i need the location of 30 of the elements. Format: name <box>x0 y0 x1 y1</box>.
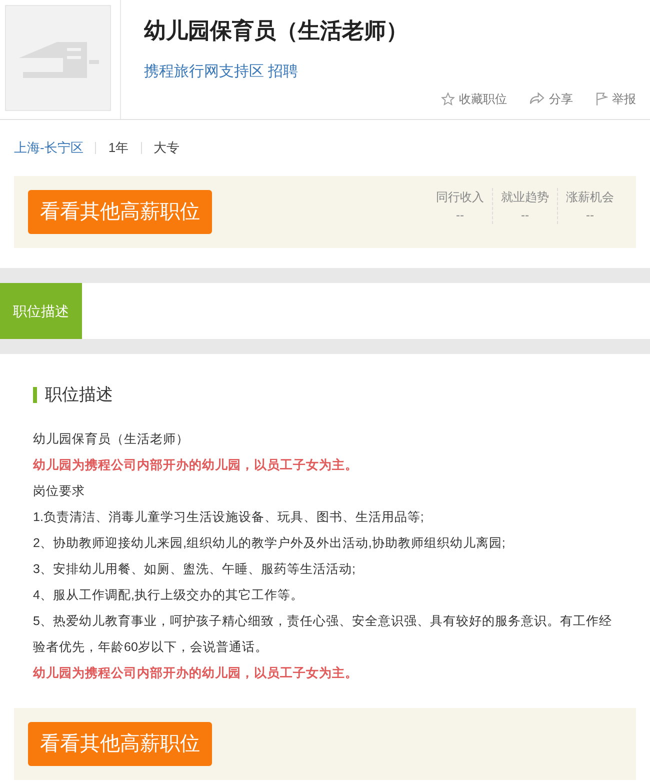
description-text: 2、协助教师迎接幼儿来园,组织幼儿的教学户外及外出活动,协助教师组织幼儿离园; <box>33 534 506 552</box>
description-text: 幼儿园保育员（生活老师） <box>33 430 190 448</box>
meta-text: 1年 <box>108 139 129 158</box>
stat-value: -- <box>586 207 594 224</box>
flag-icon <box>595 92 608 106</box>
description-text: 3、安排幼儿用餐、如厕、盥洗、午睡、服药等生活活动; <box>33 560 356 578</box>
star-icon <box>441 92 455 106</box>
high-salary-button[interactable]: 看看其他高薪职位 <box>28 190 212 234</box>
highlight-text: 幼儿园为携程公司内部开办的幼儿园，以员工子女为主。 <box>33 664 359 682</box>
highlight-text: 幼儿园为携程公司内部开办的幼儿园，以员工子女为主。 <box>33 456 359 474</box>
description-text: 1.负责清洁、消毒儿童学习生活设施设备、玩具、图书、生活用品等; <box>33 508 425 526</box>
tab[interactable]: 职位描述 <box>0 283 82 339</box>
meta-text: 大专 <box>154 139 180 158</box>
stat-label: 就业趋势 <box>501 189 549 206</box>
description-text: 岗位要求 <box>33 482 86 500</box>
flag-action[interactable]: 举报 <box>595 90 636 108</box>
section-heading: 职位描述 <box>45 384 113 406</box>
stat-label: 同行收入 <box>436 189 484 206</box>
star-action[interactable]: 收藏职位 <box>441 90 507 108</box>
description-text: 5、热爱幼儿教育事业，呵护孩子精心细致，责任心强、安全意识强、具有较好的服务意识。有工作经验者优先，年龄60岁以下，会说普通话。 <box>33 612 613 656</box>
stat-value: -- <box>456 207 464 224</box>
company-link[interactable]: 携程旅行网支持区 招聘 <box>144 61 298 84</box>
share-action[interactable]: 分享 <box>529 90 573 108</box>
share-icon <box>529 92 545 105</box>
stat-label: 涨薪机会 <box>566 189 614 206</box>
stat-value: -- <box>521 207 529 224</box>
high-salary-button[interactable]: 看看其他高薪职位 <box>28 722 212 766</box>
location-link[interactable]: 上海-长宁区 <box>14 138 84 158</box>
job-title: 幼儿园保育员（生活老师） <box>144 17 409 45</box>
description-text: 4、服从工作调配,执行上级交办的其它工作等。 <box>33 586 304 604</box>
